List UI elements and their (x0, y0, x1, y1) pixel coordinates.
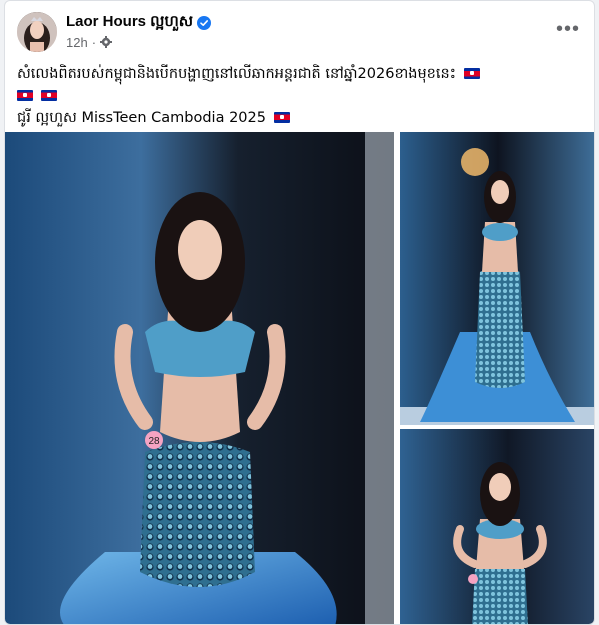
post-card: Laor Hours ល្អហួស 12h · ••• សំលេងពិតរបស់… (4, 0, 595, 625)
verified-badge-icon (197, 16, 212, 30)
post-text-line-2 (17, 85, 582, 107)
meta-separator: · (91, 34, 97, 50)
cambodia-flag-icon (40, 90, 57, 101)
more-options-icon: ••• (555, 18, 580, 40)
post-text-line-3-content: ជូរី ល្អហួស MissTeen Cambodia 2025 (17, 110, 266, 126)
post-timestamp[interactable]: 12h (66, 35, 88, 50)
post-text-line-1: សំលេងពិតរបស់កម្ពុជានិងបើកបង្ហាញនៅលើឆាកអន… (17, 63, 582, 85)
photo-grid: 28 (5, 132, 594, 624)
post-header: Laor Hours ល្អហួស 12h · ••• (5, 1, 594, 61)
post-meta: 12h · (66, 34, 113, 50)
gear-icon[interactable] (100, 36, 113, 48)
more-options-button[interactable]: ••• (550, 15, 586, 43)
author-row: Laor Hours ល្អហួស (66, 12, 212, 34)
post-photo-bottom-right[interactable] (400, 429, 594, 624)
post-photo-main[interactable]: 28 (5, 132, 394, 624)
cambodia-flag-icon (273, 112, 290, 123)
post-text: សំលេងពិតរបស់កម្ពុជានិងបើកបង្ហាញនៅលើឆាកអន… (17, 63, 582, 129)
cambodia-flag-icon (17, 90, 33, 101)
post-text-line-1-content: សំលេងពិតរបស់កម្ពុជានិងបើកបង្ហាញនៅលើឆាកអន… (17, 66, 457, 82)
author-avatar[interactable] (17, 12, 57, 52)
cambodia-flag-icon (463, 68, 480, 79)
contestant-number: 28 (148, 436, 160, 447)
post-text-line-3: ជូរី ល្អហួស MissTeen Cambodia 2025 (17, 107, 582, 129)
author-name[interactable]: Laor Hours ល្អហួស (66, 12, 193, 34)
post-photo-top-right[interactable] (400, 132, 594, 425)
